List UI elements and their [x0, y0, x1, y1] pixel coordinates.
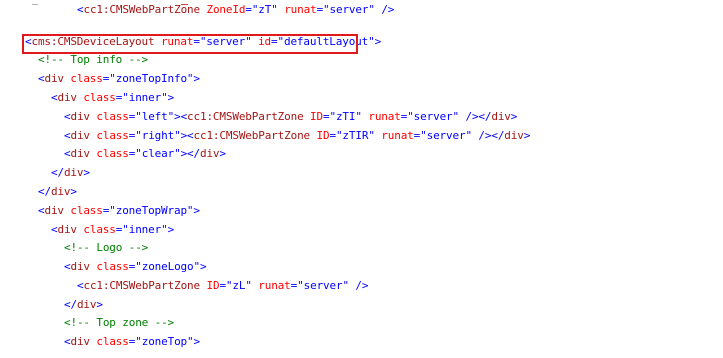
code-token: "clear" — [135, 147, 181, 160]
code-token: > — [83, 166, 90, 179]
code-token: "zL" — [225, 279, 252, 292]
code-token: >< — [174, 110, 188, 123]
code-line: <cc1:CMSWebPartZone ID="zL" runat="serve… — [77, 276, 369, 295]
code-token: div — [504, 129, 524, 142]
code-line: <div class="zoneTopWrap"> — [38, 201, 200, 220]
code-token: div — [76, 298, 97, 311]
code-token: ></ — [180, 147, 201, 160]
code-token: > — [193, 72, 200, 85]
code-token: runat — [368, 110, 401, 123]
code-token: "server" — [420, 129, 472, 142]
code-token: class — [83, 91, 116, 104]
code-token: /></ — [465, 110, 492, 123]
code-token: cc1:CMSWebPartZone — [187, 110, 304, 123]
code-token: "server" — [407, 110, 459, 123]
code-token: > — [167, 91, 175, 104]
code-token: div — [199, 147, 220, 160]
code-token: > — [70, 185, 77, 198]
code-token: </ — [64, 298, 77, 311]
code-token: "zTIR" — [335, 129, 375, 142]
code-line: <div class="right"><cc1:CMSWebPartZone I… — [64, 126, 530, 145]
code-token: >< — [180, 129, 194, 142]
code-token: class — [96, 260, 129, 273]
code-token: "zoneLogo" — [135, 260, 200, 273]
code-line: <div class="zoneLogo"> — [64, 257, 207, 276]
code-line: <cc1:CMSWebPartZone ZoneId="zT" runat="s… — [77, 0, 394, 19]
code-token: class — [96, 335, 129, 348]
code-token: runat — [258, 279, 291, 292]
code-token: div — [50, 185, 71, 198]
code-token: > — [199, 260, 207, 273]
code-line: <div class="inner"> — [51, 88, 174, 107]
code-line: <!-- Top zone --> — [64, 313, 174, 332]
code-token: class — [83, 223, 116, 236]
code-token: div — [44, 72, 64, 85]
code-token: <!-- Top info --> — [38, 53, 149, 66]
code-token: runat — [381, 129, 414, 142]
code-token: > — [167, 223, 175, 236]
code-token: "server" — [323, 3, 375, 16]
code-token: "zoneTopInfo" — [109, 72, 194, 85]
code-line: <div class="zoneTopInfo"> — [38, 69, 200, 88]
code-token: /> — [381, 3, 395, 16]
code-token: ID — [206, 279, 220, 292]
code-line: </div> — [38, 182, 77, 201]
code-token: div — [57, 223, 77, 236]
code-token: "zTI" — [329, 110, 362, 123]
code-token: > — [193, 335, 201, 348]
code-token: runat — [284, 3, 317, 16]
code-token: > — [510, 110, 518, 123]
code-line: </div> — [51, 163, 90, 182]
code-token: "zoneTopWrap" — [109, 204, 194, 217]
code-token: class — [70, 72, 103, 85]
code-token: ZoneId — [206, 3, 246, 16]
code-token: <!-- Logo --> — [64, 241, 149, 254]
code-token: cc1:CMSWebPartZone — [83, 3, 200, 16]
code-token: class — [96, 147, 129, 160]
highlight-box — [22, 34, 358, 54]
code-token: div — [44, 204, 64, 217]
code-token: > — [374, 35, 382, 48]
code-token: /></ — [478, 129, 505, 142]
code-token: > — [96, 298, 103, 311]
code-line: <div class="inner"> — [51, 220, 174, 239]
code-token: ID — [310, 110, 323, 123]
code-token: "zT" — [251, 3, 278, 16]
code-token: cc1:CMSWebPartZone — [193, 129, 311, 142]
code-token: class — [70, 204, 103, 217]
code-token: div — [63, 166, 84, 179]
code-token: div — [57, 91, 77, 104]
code-token: "inner" — [122, 223, 168, 236]
code-token: </ — [51, 166, 64, 179]
code-token: </ — [38, 185, 51, 198]
code-line: <div class="left"><cc1:CMSWebPartZone ID… — [64, 107, 517, 126]
code-token: div — [70, 129, 90, 142]
code-token: > — [523, 129, 531, 142]
code-line: <div class="zoneTop"> — [64, 332, 200, 351]
code-editor[interactable]: <cms:CMSDeviceLayout runat="server" id="… — [0, 0, 723, 358]
code-line: <div class="clear"></div> — [64, 144, 226, 163]
code-token: /> — [355, 279, 369, 292]
code-token: "zoneTop" — [135, 335, 194, 348]
code-line: </div> — [64, 295, 103, 314]
code-token: class — [96, 110, 129, 123]
code-token: ID — [316, 129, 330, 142]
code-token: <!-- Top zone --> — [64, 316, 175, 329]
code-token: "right" — [135, 129, 181, 142]
code-token: div — [70, 110, 90, 123]
code-line: <!-- Logo --> — [64, 238, 148, 257]
code-token: cc1:CMSWebPartZone — [83, 279, 200, 292]
code-token: "server" — [297, 279, 349, 292]
code-token: > — [219, 147, 226, 160]
code-token: div — [70, 335, 90, 348]
code-token: class — [96, 129, 129, 142]
code-token: div — [70, 147, 90, 160]
code-token: "left" — [135, 110, 175, 123]
code-token: div — [70, 260, 90, 273]
code-token: div — [491, 110, 511, 123]
clipped-line-fragment — [32, 4, 38, 5]
code-token: > — [193, 204, 200, 217]
code-token: "inner" — [122, 91, 168, 104]
